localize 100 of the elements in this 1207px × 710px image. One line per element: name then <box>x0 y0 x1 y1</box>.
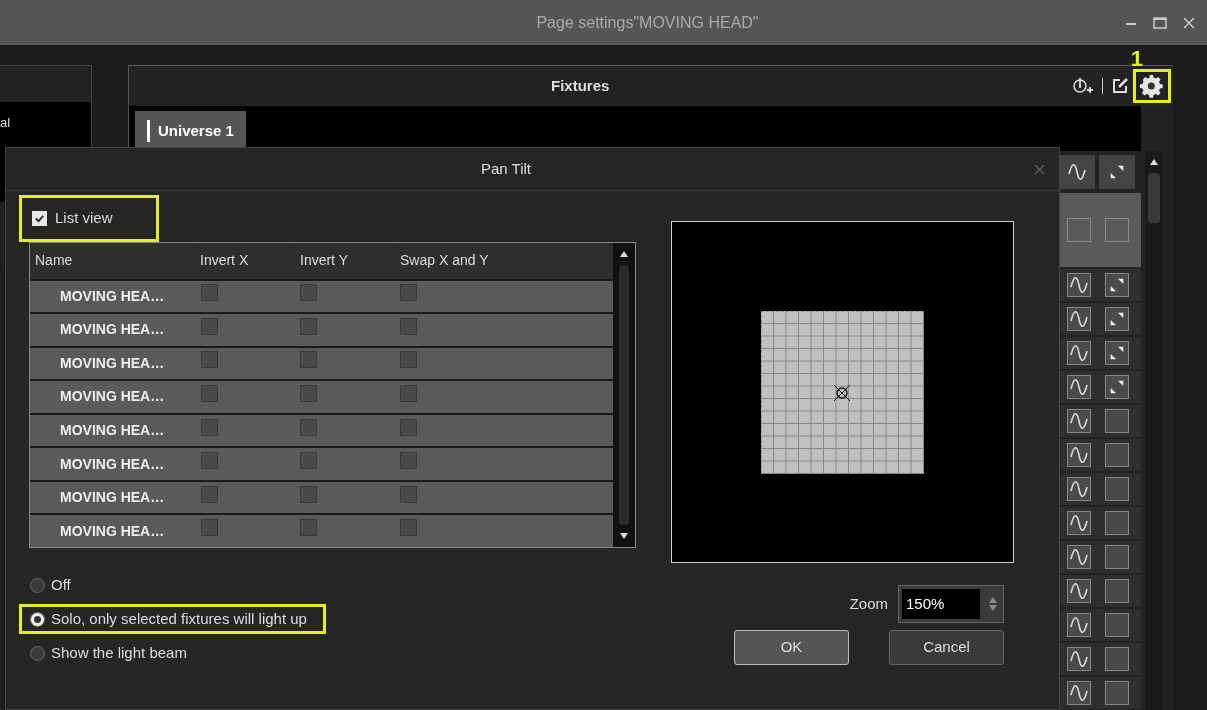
empty-button[interactable] <box>1105 545 1129 569</box>
sine-button[interactable] <box>1067 613 1091 637</box>
corner-arrows-icon <box>1108 344 1126 362</box>
panel-label: al <box>0 115 11 130</box>
checkbox[interactable] <box>300 485 317 503</box>
fixture-name: MOVING HEA… <box>59 320 166 340</box>
table-row[interactable]: MOVING HEA… <box>30 280 613 313</box>
square-icon <box>1067 218 1091 242</box>
radio-option[interactable]: Show the light beam <box>30 641 187 665</box>
empty-button[interactable] <box>1105 681 1129 705</box>
sine-wave-icon <box>1069 581 1089 601</box>
sine-button[interactable] <box>1067 307 1091 331</box>
table-row[interactable]: MOVING HEA… <box>30 515 613 547</box>
maximize-icon[interactable] <box>1153 16 1167 29</box>
sine-button[interactable] <box>1067 579 1091 603</box>
sine-wave-icon <box>1069 275 1089 295</box>
sine-button[interactable] <box>1067 647 1091 671</box>
radio-option[interactable]: Solo, only selected fixtures will light up <box>30 607 307 631</box>
empty-button[interactable] <box>1105 477 1129 501</box>
empty-button[interactable] <box>1105 409 1129 433</box>
checkbox[interactable] <box>201 351 218 369</box>
sine-button[interactable] <box>1067 341 1091 365</box>
checkbox[interactable] <box>300 519 317 537</box>
corner-button[interactable] <box>1105 341 1129 365</box>
checkbox[interactable] <box>400 485 417 503</box>
scrollbar-thumb[interactable] <box>1148 173 1160 223</box>
scrollbar[interactable] <box>1145 151 1163 710</box>
checkbox[interactable] <box>400 418 417 436</box>
checkbox[interactable] <box>300 384 317 402</box>
edit-icon[interactable] <box>1111 77 1129 95</box>
dialog-button[interactable]: OK <box>734 630 849 665</box>
corner-arrows-icon <box>1108 163 1126 181</box>
checkbox[interactable] <box>201 519 218 537</box>
checkbox[interactable] <box>201 418 218 436</box>
empty-button[interactable] <box>1105 579 1129 603</box>
checkbox[interactable] <box>400 284 417 302</box>
checkbox[interactable] <box>400 384 417 402</box>
checkbox[interactable] <box>201 452 218 470</box>
close-icon[interactable] <box>1034 163 1045 175</box>
zoom-spinbox[interactable]: 150% <box>898 585 1004 623</box>
window-title: Page settings"MOVING HEAD" <box>536 12 759 33</box>
checkbox[interactable] <box>300 284 317 302</box>
empty-button[interactable] <box>1105 511 1129 535</box>
table-row[interactable]: MOVING HEA… <box>30 347 613 380</box>
empty-button[interactable] <box>1105 443 1129 467</box>
scrollbar-thumb[interactable] <box>619 265 629 525</box>
checkbox[interactable] <box>300 418 317 436</box>
checkbox[interactable] <box>201 317 218 335</box>
corner-button[interactable] <box>1105 375 1129 399</box>
checkbox[interactable] <box>400 452 417 470</box>
sine-button[interactable] <box>1067 273 1091 297</box>
plug-plus-icon[interactable] <box>1072 76 1094 96</box>
sine-button[interactable] <box>1059 155 1095 189</box>
sine-button[interactable] <box>1067 443 1091 467</box>
square-icon <box>1105 218 1129 242</box>
sine-wave-icon <box>1069 377 1089 397</box>
table-row[interactable]: MOVING HEA… <box>30 381 613 413</box>
scrollbar[interactable] <box>613 243 635 547</box>
checkbox[interactable] <box>400 351 417 369</box>
dialog-button[interactable]: Cancel <box>889 630 1004 665</box>
empty-button[interactable] <box>1105 613 1129 637</box>
sine-button[interactable] <box>1067 409 1091 433</box>
sine-button[interactable] <box>1067 375 1091 399</box>
empty-button[interactable] <box>1105 647 1129 671</box>
sine-button[interactable] <box>1067 545 1091 569</box>
annotation-number: 1 <box>1130 45 1143 73</box>
sine-button[interactable] <box>1067 511 1091 535</box>
checkbox[interactable] <box>201 384 218 402</box>
fixture-name: MOVING HEA… <box>59 421 166 441</box>
corner-arrows-icon <box>1108 378 1126 396</box>
checkbox[interactable] <box>300 452 317 470</box>
sine-wave-icon <box>1069 547 1089 567</box>
sine-button[interactable] <box>1067 477 1091 501</box>
checkbox[interactable] <box>400 317 417 335</box>
pan-tilt-preview[interactable] <box>671 221 1014 563</box>
sine-wave-icon <box>1069 615 1089 635</box>
checkbox[interactable] <box>32 211 47 226</box>
settings-icon[interactable] <box>1140 74 1164 98</box>
sine-button[interactable] <box>1067 681 1091 705</box>
checkbox[interactable] <box>300 317 317 335</box>
checkbox[interactable] <box>300 351 317 369</box>
sine-wave-icon <box>1069 343 1089 363</box>
spin-arrows-icon[interactable] <box>989 597 997 611</box>
fixture-name: MOVING HEA… <box>59 521 166 541</box>
corner-button[interactable] <box>1105 307 1129 331</box>
checkbox[interactable] <box>400 519 417 537</box>
scroll-up-icon[interactable] <box>1150 159 1158 165</box>
scroll-down-icon[interactable] <box>620 533 628 539</box>
panel-title: Fixtures <box>551 75 610 96</box>
checkbox[interactable] <box>201 284 218 302</box>
radio-option[interactable]: Off <box>30 573 71 597</box>
checkbox[interactable] <box>201 485 218 503</box>
fixture-name: MOVING HEA… <box>59 387 166 407</box>
table-row[interactable]: MOVING HEA… <box>30 448 613 480</box>
zoom-label: Zoom <box>849 593 888 614</box>
table-row[interactable]: MOVING HEA… <box>30 414 613 447</box>
scroll-up-icon[interactable] <box>620 251 628 257</box>
table-row[interactable]: MOVING HEA… <box>30 314 613 346</box>
table-row[interactable]: MOVING HEA… <box>30 481 613 514</box>
corner-button[interactable] <box>1105 273 1129 297</box>
